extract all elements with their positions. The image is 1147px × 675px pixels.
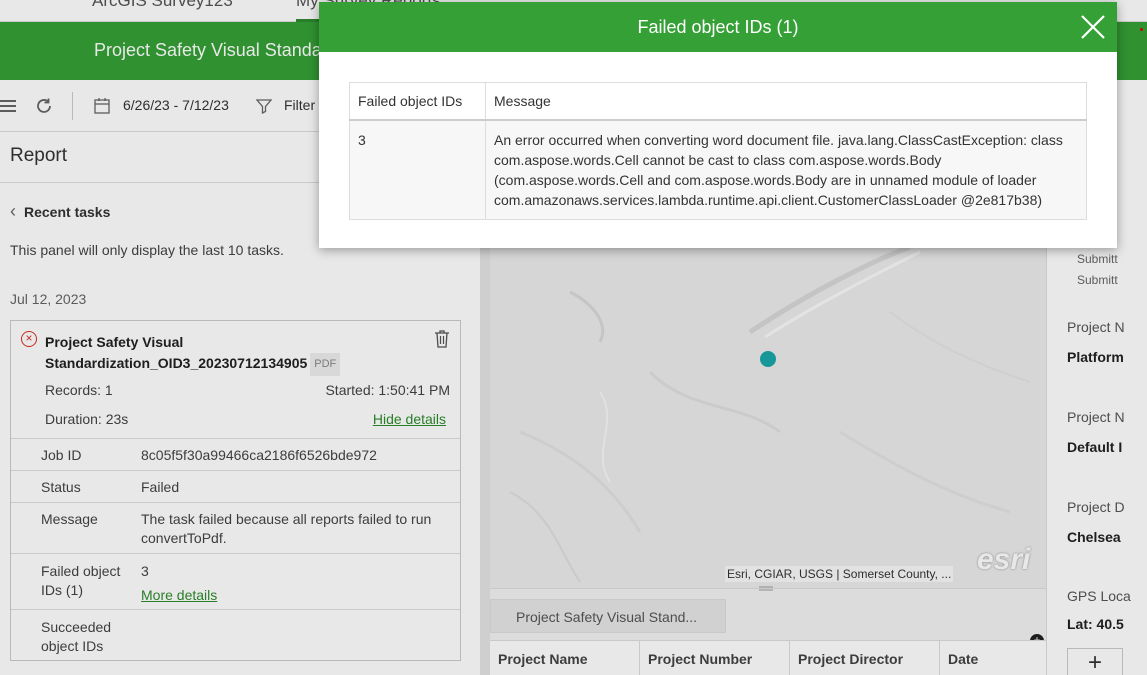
- table-header-row: Failed object IDs Message: [349, 82, 1087, 121]
- failed-object-ids-dialog: Failed object IDs (1) Failed object IDs …: [319, 2, 1117, 248]
- column-header: Failed object IDs: [349, 82, 486, 121]
- failed-id-cell: 3: [349, 119, 486, 220]
- table-row: 3 An error occurred when converting word…: [349, 119, 1087, 220]
- error-message-cell: An error occurred when converting word d…: [485, 119, 1087, 220]
- failed-ids-table: Failed object IDs Message 3 An error occ…: [349, 82, 1087, 220]
- close-icon[interactable]: [1078, 12, 1108, 42]
- dialog-title: Failed object IDs (1): [637, 17, 799, 37]
- column-header: Message: [485, 82, 1087, 121]
- dialog-header: Failed object IDs (1): [319, 2, 1117, 52]
